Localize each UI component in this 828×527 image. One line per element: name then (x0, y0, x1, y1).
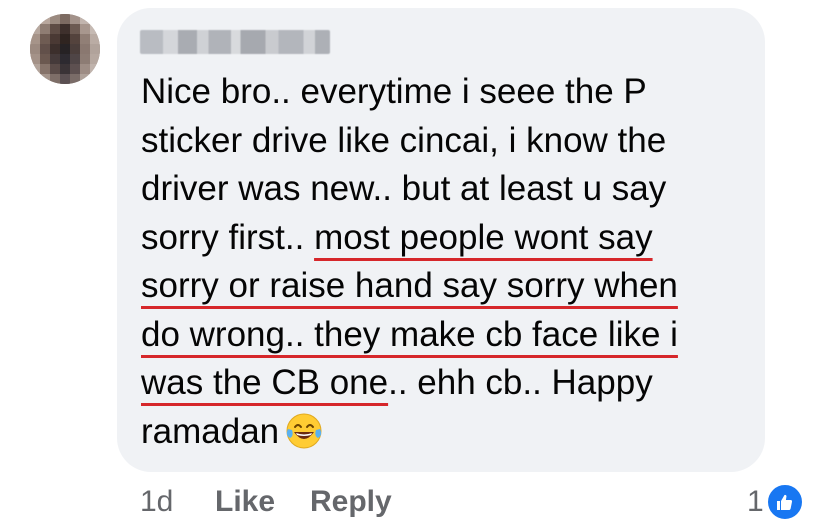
avatar[interactable] (30, 14, 100, 84)
reaction-summary[interactable]: 1 (747, 482, 804, 522)
red-underline-highlight: do wrong.. they make cb face like i (141, 314, 678, 354)
face-with-tears-of-joy-icon (285, 412, 323, 450)
comment-text: Nice bro.. everytime i seee the P sticke… (141, 68, 751, 456)
like-button[interactable]: Like (215, 482, 275, 522)
red-underline-highlight: was the CB one (141, 363, 389, 402)
comment-line: Nice bro.. everytime i seee the P (141, 72, 647, 111)
comment-line: sorry or raise hand say sorry when (141, 262, 751, 311)
comment-line: do wrong.. they make cb face like i (141, 311, 751, 360)
comment-line: sticker drive like cincai, i know the (141, 120, 667, 160)
red-underline-highlight: most people wont say (314, 217, 653, 257)
reaction-count: 1 (747, 485, 764, 518)
like-icon (765, 483, 804, 521)
author-name-blurred[interactable] (140, 30, 330, 54)
comment-line: ramadan (141, 408, 751, 457)
comment-screenshot: Nice bro.. everytime i seee the P sticke… (0, 0, 828, 527)
comment-line: sorry first.. most people wont say (141, 217, 653, 257)
red-underline-highlight: sorry or raise hand say sorry when (141, 266, 678, 305)
reply-button[interactable]: Reply (310, 482, 392, 522)
comment-line: was the CB one.. ehh cb.. Happy (141, 363, 653, 402)
comment-line: driver was new.. but at least u say (141, 169, 667, 208)
comment-timestamp[interactable]: 1d (140, 482, 173, 522)
